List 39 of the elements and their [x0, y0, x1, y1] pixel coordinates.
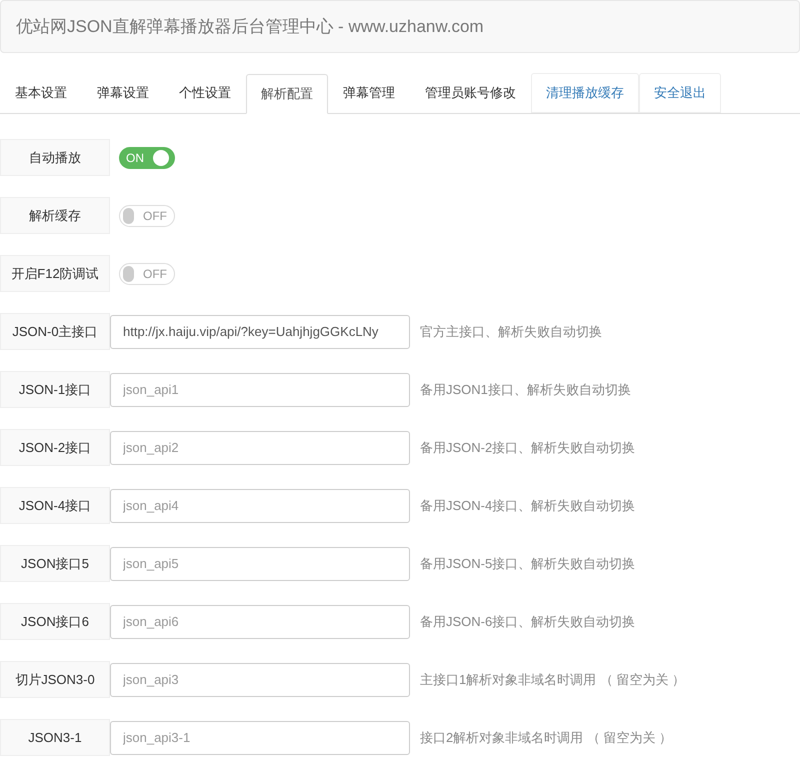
- help-text: 备用JSON1接口、解析失败自动切换: [420, 380, 631, 399]
- action-tab[interactable]: 安全退出: [639, 73, 721, 113]
- field-label: JSON接口6: [0, 603, 110, 640]
- page-title: 优站网JSON直解弹幕播放器后台管理中心 - www.uzhanw.com: [16, 16, 484, 38]
- field-label: 自动播放: [0, 139, 110, 176]
- field-label: 切片JSON3-0: [0, 661, 110, 698]
- input-field[interactable]: json_api3: [110, 662, 410, 696]
- switch-knob: [123, 208, 134, 224]
- input-field[interactable]: json_api4: [110, 488, 410, 522]
- help-text: 主接口1解析对象非域名时调用 （ 留空为关 ）: [420, 670, 686, 689]
- input-field[interactable]: json_api5: [110, 546, 410, 580]
- switch-knob: [123, 266, 134, 282]
- help-text: 官方主接口、解析失败自动切换: [420, 322, 602, 341]
- nav-tab[interactable]: 解析配置: [246, 74, 328, 114]
- nav-tab[interactable]: 弹幕管理: [328, 73, 410, 113]
- field-label: JSON接口5: [0, 545, 110, 582]
- nav-tab[interactable]: 基本设置: [0, 73, 82, 113]
- input-field[interactable]: json_api6: [110, 604, 410, 638]
- field-label: 解析缓存: [0, 197, 110, 234]
- input-field[interactable]: json_api1: [110, 372, 410, 406]
- help-text: 备用JSON-4接口、解析失败自动切换: [420, 496, 636, 515]
- nav-tab[interactable]: 管理员账号修改: [410, 73, 531, 113]
- field-label: JSON-2接口: [0, 429, 110, 466]
- field-label: JSON3-1: [0, 719, 110, 756]
- nav-tab[interactable]: 个性设置: [164, 73, 246, 113]
- field-label: JSON-0主接口: [0, 313, 110, 350]
- help-text: 备用JSON-5接口、解析失败自动切换: [420, 554, 636, 573]
- field-label: 开启F12防调试: [0, 255, 110, 292]
- nav-tab[interactable]: 弹幕设置: [82, 73, 164, 113]
- help-text: 备用JSON-2接口、解析失败自动切换: [420, 438, 636, 457]
- field-label: JSON-1接口: [0, 371, 110, 408]
- action-tab[interactable]: 清理播放缓存: [531, 73, 639, 113]
- input-field[interactable]: json_api2: [110, 430, 410, 464]
- input-field[interactable]: json_api3-1: [110, 720, 410, 754]
- help-text: 接口2解析对象非域名时调用 （ 留空为关 ）: [420, 728, 672, 747]
- field-label: JSON-4接口: [0, 487, 110, 524]
- input-field[interactable]: http://jx.haiju.vip/api/?key=UahjhjgGGKcLNy: [110, 314, 410, 348]
- switch-knob: [153, 150, 169, 166]
- help-text: 备用JSON-6接口、解析失败自动切换: [420, 612, 636, 631]
